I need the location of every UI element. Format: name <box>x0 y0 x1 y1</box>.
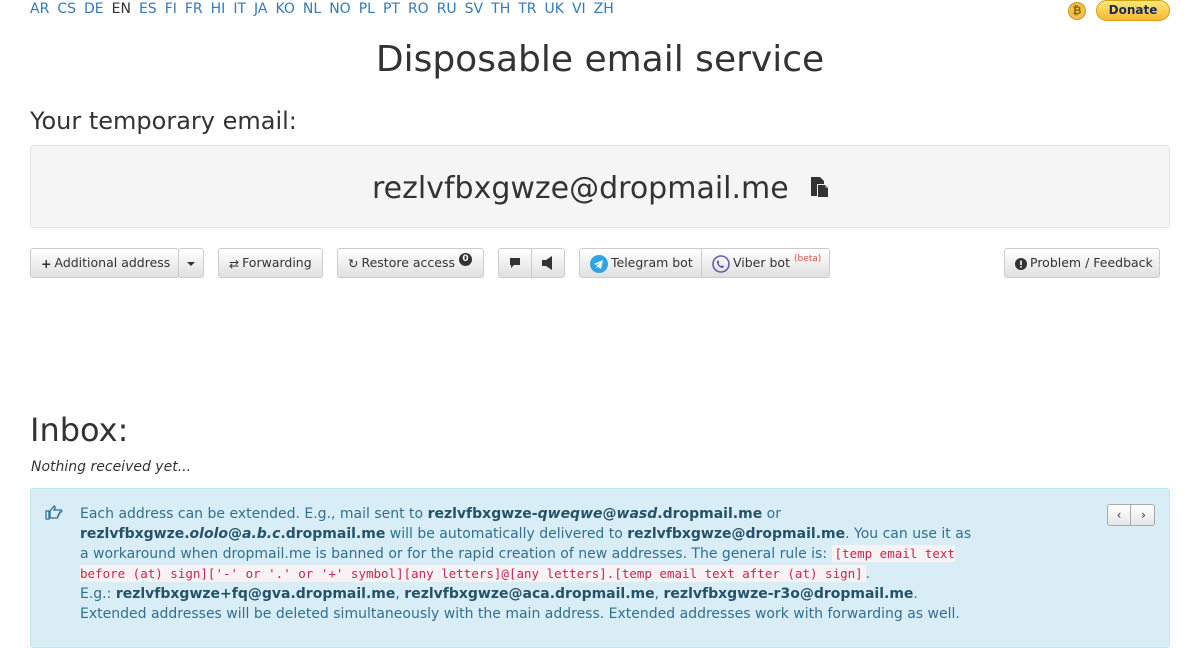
language-link-it[interactable]: IT <box>233 1 246 17</box>
plus-icon: + <box>41 255 52 271</box>
problem-feedback-button[interactable]: Problem / Feedback <box>1004 248 1160 278</box>
exclamation-circle-icon <box>1015 257 1027 270</box>
language-selector: AR CS DE EN ES FI FR HI IT JA KO NL NO PL PT RO RU SV TH TR… <box>30 0 622 18</box>
example-address-1: rezlvfbxgwze-qweqwe@wasd.dropmail.me <box>427 506 763 522</box>
language-link-de[interactable]: DE <box>84 1 104 17</box>
caret-down-icon <box>187 262 195 266</box>
telegram-bot-button[interactable]: Telegram bot <box>579 248 702 278</box>
forwarding-button[interactable]: ⇄ Forwarding <box>218 248 323 278</box>
previous-tip-button[interactable]: ‹ <box>1108 505 1131 525</box>
language-link-en[interactable]: EN <box>112 1 131 17</box>
info-sentence: Each address can be extended. E.g., mail… <box>80 506 428 522</box>
viber-bot-label: Viber bot <box>733 255 790 270</box>
language-link-fi[interactable]: FI <box>165 1 177 17</box>
viber-beta-label: (beta) <box>793 254 822 264</box>
language-link-tr[interactable]: TR <box>518 1 536 17</box>
additional-address-dropdown[interactable] <box>178 248 204 278</box>
viber-bot-button[interactable]: Viber bot (beta) <box>701 248 830 278</box>
telegram-bot-label: Telegram bot <box>611 255 693 270</box>
additional-address-label: Additional address <box>54 255 171 270</box>
language-link-vi[interactable]: VI <box>572 1 586 17</box>
info-sentence: or <box>762 506 781 522</box>
info-sentence: Extended addresses will be deleted simul… <box>80 606 960 622</box>
language-link-ar[interactable]: AR <box>30 1 49 17</box>
shuffle-icon: ⇄ <box>229 256 240 271</box>
example-address-2: rezlvfbxgwze.ololo@a.b.c.dropmail.me <box>80 526 386 542</box>
megaphone-icon <box>542 256 552 270</box>
info-sentence: E.g.: <box>80 586 116 602</box>
language-link-sv[interactable]: SV <box>465 1 483 17</box>
language-link-nl[interactable]: NL <box>303 1 321 17</box>
language-link-no[interactable]: NO <box>329 1 351 17</box>
page-title: Disposable email service <box>375 39 825 80</box>
additional-address-button[interactable]: + Additional address <box>30 248 179 278</box>
info-alert: Each address can be extended. E.g., mail… <box>30 488 1170 648</box>
restore-access-button[interactable]: ↻ Restore access 0 <box>337 248 484 278</box>
next-tip-button[interactable]: › <box>1132 505 1155 525</box>
inbox-empty-text: Nothing received yet... <box>31 459 192 475</box>
forwarding-label: Forwarding <box>242 255 312 270</box>
comment-icon <box>510 258 520 268</box>
problem-feedback-label: Problem / Feedback <box>1030 255 1153 270</box>
info-sentence: will be automatically delivered to <box>385 526 628 542</box>
language-link-hi[interactable]: HI <box>211 1 226 17</box>
language-link-th[interactable]: TH <box>491 1 510 17</box>
language-link-es[interactable]: ES <box>139 1 157 17</box>
example-address-4: rezlvfbxgwze@aca.dropmail.me <box>404 586 655 602</box>
tips-pager: ‹ › <box>1107 504 1155 526</box>
email-display: rezlvfbxgwze@dropmail.me <box>30 145 1170 228</box>
language-link-uk[interactable]: UK <box>545 1 564 17</box>
inbox-title: Inbox: <box>30 411 129 449</box>
language-link-ro[interactable]: RO <box>408 1 429 17</box>
telegram-icon <box>590 254 608 273</box>
example-address-5: rezlvfbxgwze-r3o@dropmail.me <box>663 586 914 602</box>
announcements-button[interactable] <box>531 248 565 278</box>
language-link-zh[interactable]: ZH <box>594 1 614 17</box>
restore-access-label: Restore access <box>361 255 456 270</box>
viber-icon <box>712 254 730 273</box>
temporary-email-label: Your temporary email: <box>30 107 297 135</box>
language-link-fr[interactable]: FR <box>185 1 203 17</box>
email-address[interactable]: rezlvfbxgwze@dropmail.me <box>372 171 789 207</box>
bitcoin-icon[interactable]: ₿ <box>1068 2 1086 20</box>
language-link-ko[interactable]: KO <box>275 1 294 17</box>
chat-button[interactable] <box>498 248 532 278</box>
hand-pointing-icon <box>45 505 63 520</box>
language-link-pt[interactable]: PT <box>383 1 400 17</box>
donate-button[interactable]: Donate <box>1096 0 1170 21</box>
refresh-icon: ↻ <box>348 255 359 271</box>
language-link-cs[interactable]: CS <box>57 1 76 17</box>
restore-count-badge: 0 <box>459 253 472 266</box>
info-text: Each address can be extended. E.g., mail… <box>80 506 972 622</box>
language-link-ja[interactable]: JA <box>254 1 267 17</box>
example-address-3: rezlvfbxgwze+fq@gva.dropmail.me <box>115 586 396 602</box>
copy-icon[interactable] <box>808 176 830 198</box>
language-link-pl[interactable]: PL <box>359 1 375 17</box>
main-address: rezlvfbxgwze@dropmail.me <box>627 526 846 542</box>
language-link-ru[interactable]: RU <box>437 1 457 17</box>
